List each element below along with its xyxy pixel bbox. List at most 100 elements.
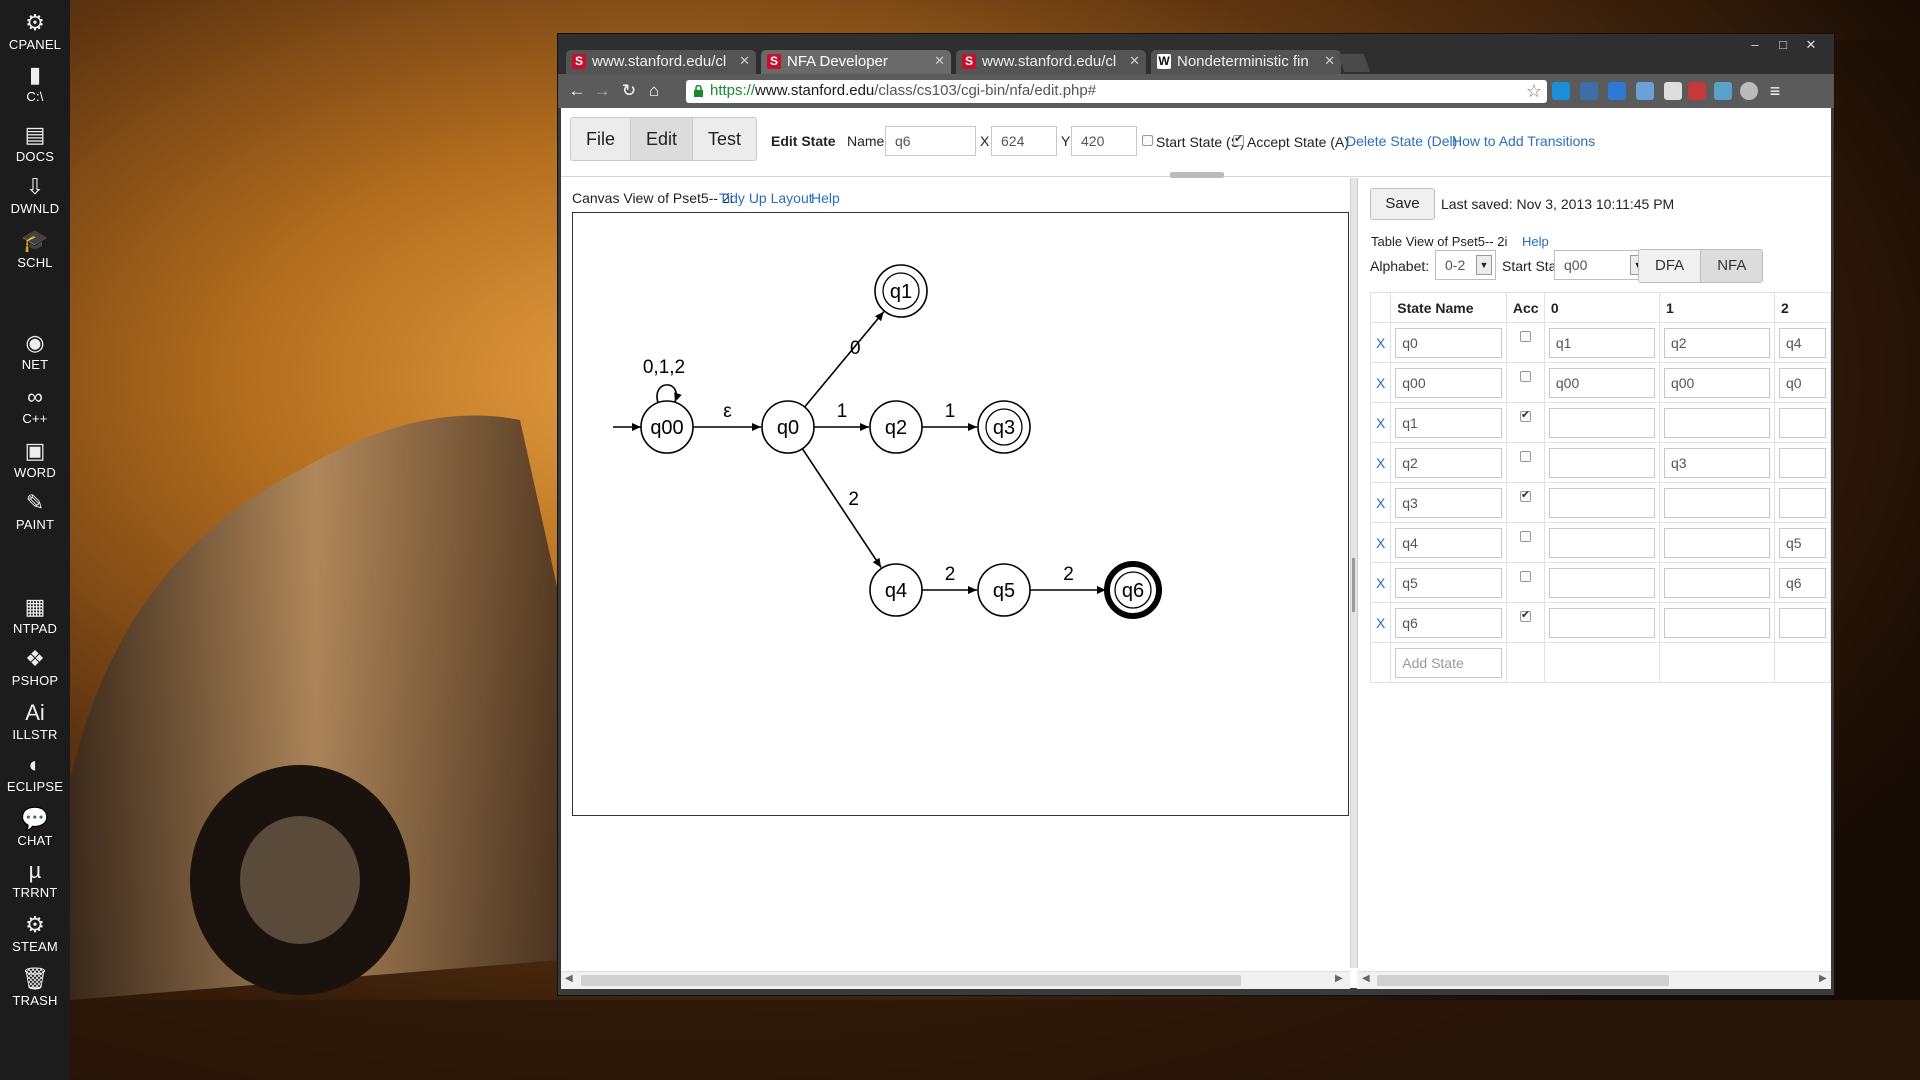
- transition-input-2[interactable]: [1778, 607, 1826, 638]
- dfa-button[interactable]: DFA: [1639, 250, 1702, 282]
- table-help-link[interactable]: Help: [1522, 234, 1549, 249]
- state-name-input[interactable]: q00: [1395, 367, 1502, 398]
- delete-state-link[interactable]: Delete State (Del): [1346, 133, 1457, 149]
- state-name-input[interactable]: q0: [1395, 327, 1502, 358]
- maximize-icon[interactable]: □: [1770, 36, 1796, 54]
- dock-cpanel[interactable]: ⚙ CPANEL: [0, 10, 70, 52]
- dock-eclipse[interactable]: ◐ ECLIPSE: [0, 752, 70, 794]
- state-name-input[interactable]: q5: [1395, 567, 1502, 598]
- transition-input-1[interactable]: [1663, 487, 1770, 518]
- accept-checkbox[interactable]: [1519, 408, 1531, 422]
- transition-input-2[interactable]: q5: [1778, 527, 1826, 558]
- transition-input-0[interactable]: [1548, 447, 1655, 478]
- transition-input-1[interactable]: [1663, 527, 1770, 558]
- dock-paint[interactable]: ✎ PAINT: [0, 490, 70, 532]
- tab-close-icon[interactable]: ✕: [1129, 53, 1140, 69]
- dock-dwnld[interactable]: ⇩ DWNLD: [0, 174, 70, 216]
- accept-checkbox[interactable]: [1519, 488, 1531, 502]
- reload-icon[interactable]: ↻: [618, 80, 640, 102]
- delete-state-x[interactable]: X: [1369, 402, 1392, 443]
- dock-c-drive[interactable]: ▮ C:\: [0, 62, 70, 104]
- state-x-field[interactable]: 624: [991, 126, 1057, 156]
- minimize-icon[interactable]: –: [1742, 36, 1768, 54]
- canvas-horizontal-scrollbar[interactable]: ◀ ▶: [561, 971, 1350, 989]
- transition-input-2[interactable]: q0: [1778, 367, 1826, 398]
- edit-button[interactable]: Edit: [631, 118, 694, 160]
- dock-ntpad[interactable]: ▦ NTPAD: [0, 594, 70, 636]
- extension-bulb-icon[interactable]: [1740, 82, 1758, 100]
- state-node-q00[interactable]: q00: [640, 400, 694, 454]
- transition-input-2[interactable]: [1778, 447, 1826, 478]
- state-node-q2[interactable]: q2: [869, 400, 923, 454]
- delete-state-x[interactable]: X: [1369, 562, 1392, 603]
- dock-docs[interactable]: ▤ DOCS: [0, 122, 70, 164]
- transition-input-1[interactable]: q2: [1663, 327, 1770, 358]
- tab-close-icon[interactable]: ✕: [934, 53, 945, 69]
- nfa-diagram[interactable]: 0,1,2 ε 0 1 1 2 2 2 q00 q0 q1 q2 q3 q4 q5 q6: [573, 213, 1348, 815]
- state-y-field[interactable]: 420: [1071, 126, 1137, 156]
- test-button[interactable]: Test: [693, 118, 756, 160]
- delete-state-x[interactable]: X: [1369, 602, 1392, 643]
- nfa-canvas[interactable]: 0,1,2 ε 0 1 1 2 2 2 q00 q0 q1 q2 q3 q4 q5 q6: [572, 212, 1349, 816]
- transition-input-2[interactable]: [1778, 407, 1826, 438]
- dock-schl[interactable]: 🎓 SCHL: [0, 228, 70, 270]
- transition-input-0[interactable]: [1548, 567, 1655, 598]
- start-state-select[interactable]: q00 ▼: [1554, 250, 1650, 280]
- accept-checkbox[interactable]: [1519, 451, 1531, 462]
- state-name-input[interactable]: q6: [1395, 607, 1502, 638]
- state-node-q6[interactable]: q6: [1104, 561, 1162, 619]
- home-icon[interactable]: ⌂: [643, 80, 665, 102]
- transition-edge[interactable]: [804, 311, 885, 408]
- extension-photo-icon[interactable]: [1714, 82, 1732, 100]
- transition-input-1[interactable]: [1663, 407, 1770, 438]
- add-state-input[interactable]: Add State: [1395, 647, 1502, 678]
- pane-divider-grip[interactable]: [1352, 558, 1355, 612]
- state-node-q1[interactable]: q1: [874, 264, 928, 318]
- save-button[interactable]: Save: [1370, 188, 1435, 220]
- delete-state-x[interactable]: X: [1369, 442, 1392, 483]
- transition-edge[interactable]: [801, 448, 882, 568]
- menu-icon[interactable]: ≡: [1764, 80, 1786, 102]
- transition-input-1[interactable]: q3: [1663, 447, 1770, 478]
- extension-check-icon[interactable]: [1552, 82, 1570, 100]
- extension-bookmarks-icon[interactable]: [1580, 82, 1598, 100]
- state-name-field[interactable]: q6: [885, 126, 976, 156]
- accept-checkbox[interactable]: [1519, 608, 1531, 622]
- extension-red-icon[interactable]: [1688, 82, 1706, 100]
- address-bar[interactable]: https://www.stanford.edu/class/cs103/cgi…: [686, 80, 1547, 103]
- extension-d-icon[interactable]: [1608, 82, 1626, 100]
- delete-state-x[interactable]: X: [1369, 522, 1392, 563]
- bookmark-star-icon[interactable]: ☆: [1526, 81, 1542, 102]
- state-name-input[interactable]: q3: [1395, 487, 1502, 518]
- forward-icon[interactable]: →: [591, 80, 613, 102]
- transition-input-0[interactable]: [1548, 607, 1655, 638]
- state-name-input[interactable]: q1: [1395, 407, 1502, 438]
- state-node-q0[interactable]: q0: [761, 400, 815, 454]
- dock-net[interactable]: ◉ NET: [0, 330, 70, 372]
- browser-tab[interactable]: Swww.stanford.edu/cl ✕: [566, 50, 756, 74]
- transition-input-1[interactable]: [1663, 567, 1770, 598]
- tab-close-icon[interactable]: ✕: [1324, 53, 1335, 69]
- transition-input-1[interactable]: q00: [1663, 367, 1770, 398]
- extension-plus-icon[interactable]: [1636, 82, 1654, 100]
- transition-input-0[interactable]: q00: [1548, 367, 1655, 398]
- state-node-q5[interactable]: q5: [977, 563, 1031, 617]
- delete-state-x[interactable]: X: [1369, 482, 1392, 523]
- dock-pshop[interactable]: ❖ PSHOP: [0, 646, 70, 688]
- close-window-icon[interactable]: ✕: [1798, 36, 1824, 54]
- tidy-up-layout-link[interactable]: Tidy Up Layout: [719, 190, 813, 206]
- back-icon[interactable]: ←: [566, 80, 588, 102]
- transition-input-2[interactable]: q4: [1778, 327, 1826, 358]
- accept-checkbox[interactable]: [1519, 371, 1531, 382]
- browser-tab[interactable]: W Nondeterministic fin ✕: [1151, 50, 1341, 74]
- transition-input-0[interactable]: [1548, 407, 1655, 438]
- dock-steam[interactable]: ⚙ STEAM: [0, 912, 70, 954]
- accept-checkbox[interactable]: [1519, 531, 1531, 542]
- dock-word[interactable]: ▣ WORD: [0, 438, 70, 480]
- dock-chat[interactable]: 💬 CHAT: [0, 806, 70, 848]
- tab-close-icon[interactable]: ✕: [739, 53, 750, 69]
- state-name-input[interactable]: q4: [1395, 527, 1502, 558]
- file-button[interactable]: File: [571, 118, 632, 160]
- how-to-add-transitions-link[interactable]: How to Add Transitions: [1452, 133, 1595, 149]
- dock-cpp[interactable]: ∞ C++: [0, 384, 70, 426]
